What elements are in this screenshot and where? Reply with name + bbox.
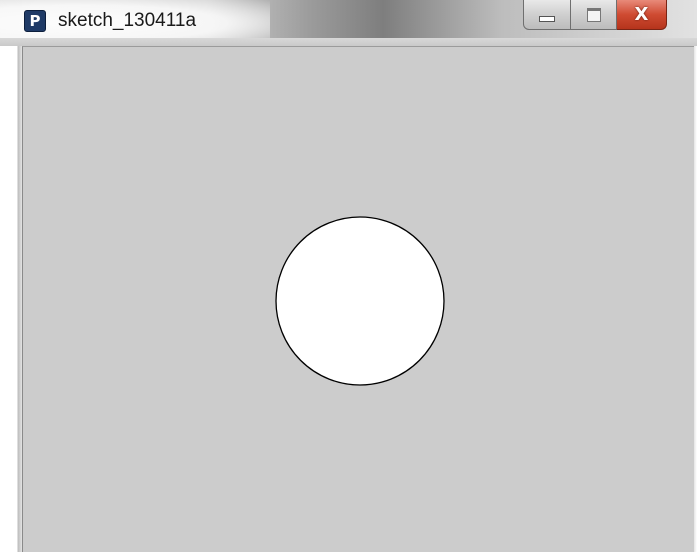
close-button[interactable]: X: [617, 0, 667, 30]
white-circle: [275, 216, 445, 386]
title-bar[interactable]: P sketch_130411a X: [0, 0, 697, 46]
maximize-icon: [586, 7, 601, 22]
processing-sketch-window: P sketch_130411a X: [0, 0, 697, 552]
minimize-icon: [539, 15, 555, 22]
window-left-frame: [0, 46, 22, 552]
minimize-button[interactable]: [523, 0, 571, 30]
canvas-drawing: [275, 216, 445, 386]
maximize-button[interactable]: [571, 0, 617, 30]
window-title: sketch_130411a: [58, 10, 197, 31]
caption-buttons: X: [523, 0, 667, 32]
processing-app-icon[interactable]: P: [24, 10, 46, 32]
sketch-canvas[interactable]: [22, 46, 694, 552]
close-icon: X: [634, 3, 649, 25]
